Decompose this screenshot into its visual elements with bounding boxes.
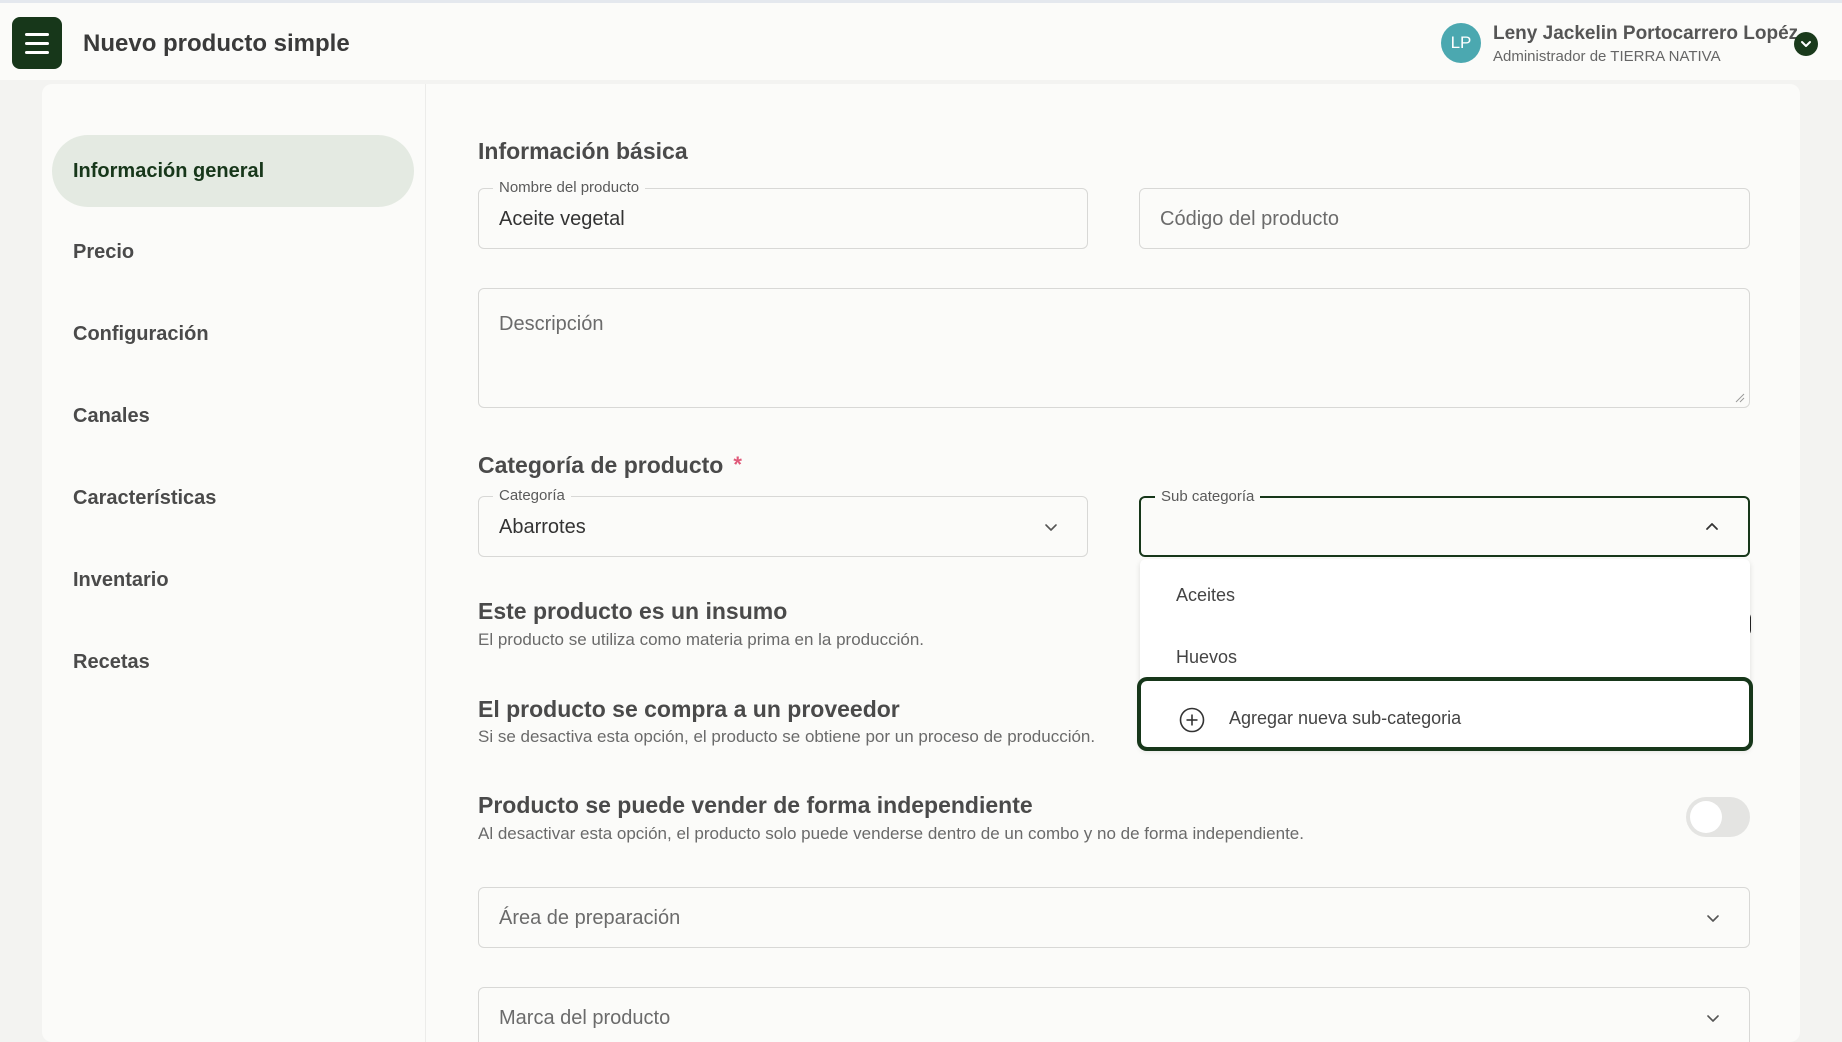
area-preparacion-select[interactable]: Área de preparación — [478, 887, 1750, 948]
toggle-knob — [1690, 801, 1722, 833]
chevron-down-icon — [1045, 524, 1057, 531]
category-label: Categoría — [493, 487, 571, 504]
add-subcategory-label: Agregar nueva sub-categoria — [1229, 708, 1462, 728]
marca-placeholder: Marca del producto — [499, 1007, 671, 1029]
sidebar-item-canales[interactable]: Canales — [52, 380, 414, 452]
avatar: LP — [1441, 23, 1481, 63]
resize-handle-icon[interactable] — [1733, 391, 1745, 403]
sidebar-item-caracteristicas[interactable]: Características — [52, 462, 414, 534]
sidebar-item-configuracion[interactable]: Configuración — [52, 298, 414, 370]
insumo-description: El producto se utiliza como materia prim… — [478, 630, 924, 649]
chevron-down-icon — [1707, 1015, 1719, 1022]
hamburger-icon — [25, 32, 49, 36]
proveedor-description: Si se desactiva esta opción, el producto… — [478, 727, 1096, 746]
dropdown-option-aceites[interactable]: Aceites — [1176, 585, 1235, 606]
independiente-description: Al desactivar esta opción, el producto s… — [478, 824, 1304, 843]
subcategory-label: Sub categoría — [1155, 488, 1261, 505]
product-name-field[interactable]: Nombre del producto Aceite vegetal — [478, 179, 1088, 249]
sidebar-item-recetas[interactable]: Recetas — [52, 626, 414, 698]
proveedor-title: El producto se compra a un proveedor — [478, 696, 900, 722]
chevron-up-icon — [1706, 523, 1718, 530]
product-name-value: Aceite vegetal — [499, 208, 625, 230]
user-menu-button[interactable] — [1794, 32, 1818, 56]
top-bar: Nuevo producto simple LP Leny Jackelin P… — [0, 0, 1842, 80]
add-subcategory-option[interactable]: Agregar nueva sub-categoria — [1137, 677, 1753, 751]
area-preparacion-placeholder: Área de preparación — [499, 907, 681, 929]
sidebar-item-precio[interactable]: Precio — [52, 216, 414, 288]
insumo-title: Este producto es un insumo — [478, 598, 788, 624]
subcategory-select[interactable]: Sub categoría — [1139, 488, 1750, 557]
sidebar: Información general Precio Configuración… — [42, 84, 426, 1042]
page-title: Nuevo producto simple — [83, 30, 350, 57]
chevron-down-icon — [1801, 41, 1811, 47]
user-name: Leny Jackelin Portocarrero Lopéz — [1493, 23, 1799, 44]
hamburger-menu-button[interactable] — [12, 17, 62, 69]
category-title: Categoría de producto * — [478, 452, 742, 478]
add-circle-icon — [1179, 707, 1205, 733]
chevron-down-icon — [1707, 915, 1719, 922]
independiente-toggle[interactable] — [1686, 797, 1750, 837]
category-value: Abarrotes — [499, 516, 586, 538]
product-code-placeholder: Código del producto — [1160, 208, 1340, 230]
required-indicator: * — [733, 452, 742, 477]
marca-select[interactable]: Marca del producto — [478, 987, 1750, 1042]
user-role: Administrador de TIERRA NATIVA — [1493, 48, 1721, 65]
product-code-field[interactable]: Código del producto — [1139, 188, 1750, 249]
basic-info-title: Información básica — [478, 138, 688, 164]
dropdown-option-huevos[interactable]: Huevos — [1176, 647, 1237, 668]
description-field[interactable]: Descripción — [478, 288, 1750, 408]
independiente-title: Producto se puede vender de forma indepe… — [478, 792, 1033, 818]
category-select[interactable]: Categoría Abarrotes — [478, 487, 1088, 557]
sidebar-item-informacion-general[interactable]: Información general — [52, 135, 414, 207]
description-placeholder: Descripción — [499, 313, 604, 335]
sidebar-item-inventario[interactable]: Inventario — [52, 544, 414, 616]
product-name-label: Nombre del producto — [493, 179, 646, 196]
